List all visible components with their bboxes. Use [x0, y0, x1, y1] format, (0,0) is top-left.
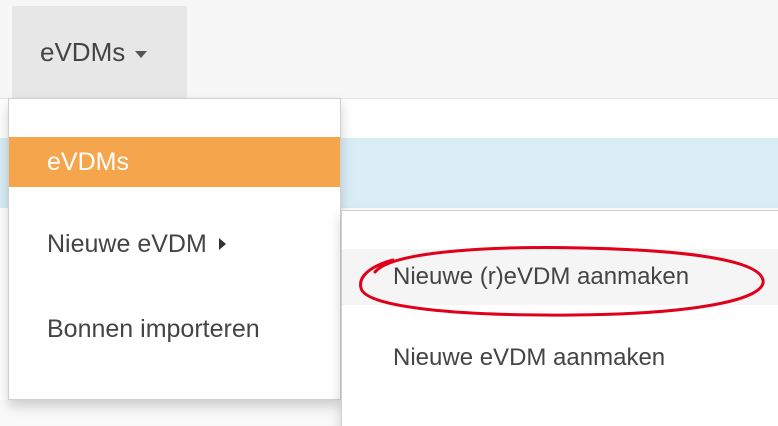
caret-down-icon	[135, 50, 148, 58]
evdms-toggle-label: eVDMs	[40, 36, 126, 67]
submenu-item-label: Nieuwe eVDM aanmaken	[393, 344, 666, 371]
evdms-dropdown-menu: eVDMs Nieuwe eVDM Bonnen importeren	[8, 98, 341, 400]
nieuwe-evdm-submenu: Nieuwe (r)eVDM aanmaken Nieuwe eVDM aanm…	[341, 210, 778, 426]
menu-item-evdms[interactable]: eVDMs	[9, 137, 340, 187]
caret-right-icon	[218, 238, 226, 250]
evdms-dropdown-toggle[interactable]: eVDMs	[12, 6, 187, 98]
menu-item-label: Nieuwe eVDM	[47, 229, 207, 258]
submenu-item-nieuwe-evdm-aanmaken[interactable]: Nieuwe eVDM aanmaken	[342, 333, 778, 383]
menu-item-label: Bonnen importeren	[47, 314, 260, 343]
submenu-item-nieuwe-revdm-aanmaken[interactable]: Nieuwe (r)eVDM aanmaken	[342, 249, 778, 305]
menu-item-nieuwe-evdm[interactable]: Nieuwe eVDM	[9, 219, 340, 269]
top-navbar: eVDMs	[0, 0, 778, 99]
menu-item-bonnen-importeren[interactable]: Bonnen importeren	[9, 304, 340, 354]
screen: eVDMs eVDMs Nieuwe eVDM Bonnen importere…	[0, 0, 778, 426]
menu-item-label: eVDMs	[47, 147, 129, 176]
submenu-item-label: Nieuwe (r)eVDM aanmaken	[393, 263, 690, 290]
